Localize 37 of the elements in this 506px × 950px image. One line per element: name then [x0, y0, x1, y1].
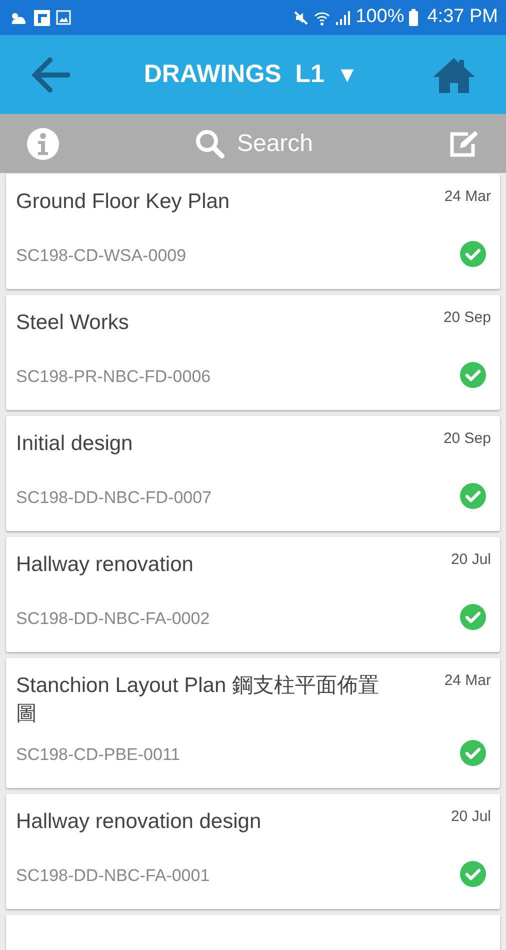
- drawing-title: Hallway renovation design: [16, 809, 262, 835]
- drawing-card[interactable]: Hallway renovation design SC198-DD-NBC-FA-0001 20 Jul: [6, 794, 500, 909]
- drawing-date: 20 Jul: [450, 808, 491, 826]
- drawing-title: Steel Works: [16, 310, 130, 336]
- drawing-date: 20 Sep: [443, 430, 491, 448]
- drawing-title: Stanchion Layout Plan 鋼支柱平面佈置圖: [16, 673, 380, 727]
- drawing-card[interactable]: Ground Floor Key Plan SC198-CD-WSA-0009 24 Mar: [6, 174, 500, 289]
- edit-icon[interactable]: [448, 128, 480, 158]
- drawing-date: 24 Mar: [444, 188, 491, 206]
- drawing-code: SC198-PR-NBC-FD-0006: [16, 366, 211, 388]
- drawing-title: Initial design: [16, 431, 134, 457]
- drawing-card[interactable]: Initial design SC198-DD-NBC-FD-0007 20 Sep: [6, 416, 500, 531]
- drawing-code: SC198-CD-WSA-0009: [16, 245, 186, 267]
- back-icon[interactable]: [30, 56, 70, 94]
- info-icon[interactable]: [26, 126, 60, 160]
- wifi-icon: [314, 10, 330, 26]
- drawing-card[interactable]: Hallway renovation SC198-DD-NBC-FA-0002 20 Jul: [6, 537, 500, 652]
- drawing-date: 24 Mar: [444, 672, 491, 690]
- signal-icon: [334, 10, 351, 26]
- home-icon[interactable]: [432, 56, 476, 94]
- battery-icon: [409, 9, 418, 26]
- app-icon: [34, 10, 50, 26]
- battery-level: 100%: [356, 5, 404, 30]
- drawing-date: 20 Sep: [443, 309, 491, 327]
- drawing-code: SC198-DD-NBC-FA-0001: [16, 865, 210, 887]
- drawing-title: Ground Floor Key Plan: [16, 189, 231, 215]
- clock: 4:37 PM: [427, 5, 498, 30]
- mute-icon: [292, 10, 309, 26]
- drawing-title: Hallway renovation: [16, 552, 194, 578]
- drawing-code: SC198-DD-NBC-FD-0007: [16, 487, 212, 509]
- drawing-card[interactable]: Steel Works SC198-PR-NBC-FD-0006 20 Sep: [6, 295, 500, 410]
- search-icon: [194, 128, 225, 158]
- drawing-code: SC198-DD-NBC-FA-0002: [16, 608, 210, 630]
- drawing-date: 20 Jul: [450, 551, 491, 569]
- drawing-card[interactable]: Stanchion Layout Plan 鋼支柱平面佈置圖 SC198-CD-PBE-0011 24 Mar: [6, 658, 500, 788]
- drawing-code: SC198-CD-PBE-0011: [16, 744, 180, 766]
- image-icon: [56, 10, 71, 25]
